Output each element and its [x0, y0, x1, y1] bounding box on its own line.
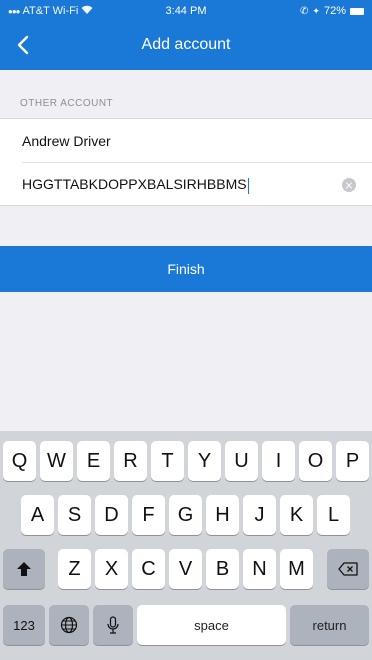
key-m[interactable]: M — [280, 549, 313, 589]
key-k[interactable]: K — [280, 495, 313, 535]
numbers-key[interactable]: 123 — [3, 605, 45, 645]
clear-text-button[interactable] — [342, 178, 356, 192]
key-o[interactable]: O — [299, 441, 332, 481]
chevron-left-icon — [17, 35, 29, 55]
battery-icon — [350, 7, 364, 15]
keyboard: Q W E R T Y U I O P A S D F G H J K L Z … — [0, 431, 372, 660]
phone-icon: ✆ — [300, 5, 309, 17]
key-z[interactable]: Z — [58, 549, 91, 589]
text-cursor — [247, 177, 250, 194]
globe-icon — [60, 616, 78, 634]
key-u[interactable]: U — [225, 441, 258, 481]
secret-key-text: HGGTTABKDOPPXBALSIRHBBMS — [22, 176, 342, 194]
location-icon: ✦ — [312, 5, 320, 16]
backspace-key[interactable] — [327, 549, 369, 589]
account-name-value: Andrew Driver — [22, 132, 111, 149]
secret-key-value: HGGTTABKDOPPXBALSIRHBBMS — [22, 176, 247, 193]
key-g[interactable]: G — [169, 495, 202, 535]
key-f[interactable]: F — [132, 495, 165, 535]
key-v[interactable]: V — [169, 549, 202, 589]
nav-bar: Add account — [0, 26, 372, 64]
key-w[interactable]: W — [40, 441, 73, 481]
key-q[interactable]: Q — [3, 441, 36, 481]
key-e[interactable]: E — [77, 441, 110, 481]
status-bar: ●●● AT&T Wi-Fi 3:44 PM ✆ ✦ 72% — [0, 0, 372, 22]
key-s[interactable]: S — [58, 495, 91, 535]
shift-key[interactable] — [3, 549, 45, 589]
page-title: Add account — [141, 36, 231, 53]
key-p[interactable]: P — [336, 441, 369, 481]
app-header: ●●● AT&T Wi-Fi 3:44 PM ✆ ✦ 72% Add accou… — [0, 0, 372, 70]
globe-key[interactable] — [49, 605, 89, 645]
account-name-field[interactable]: Andrew Driver — [22, 119, 372, 163]
key-x[interactable]: X — [95, 549, 128, 589]
key-l[interactable]: L — [317, 495, 350, 535]
key-y[interactable]: Y — [188, 441, 221, 481]
back-button[interactable] — [4, 26, 42, 64]
shift-icon — [17, 562, 31, 576]
key-d[interactable]: D — [95, 495, 128, 535]
space-key[interactable]: space — [137, 605, 286, 645]
battery-percent: 72% — [323, 5, 346, 17]
secret-key-field[interactable]: HGGTTABKDOPPXBALSIRHBBMS — [22, 163, 372, 207]
section-header-other-account: OTHER ACCOUNT — [20, 98, 114, 109]
status-right-group: ✆ ✦ 72% — [300, 5, 364, 17]
key-t[interactable]: T — [151, 441, 184, 481]
return-key[interactable]: return — [290, 605, 369, 645]
key-j[interactable]: J — [243, 495, 276, 535]
account-form: Andrew Driver HGGTTABKDOPPXBALSIRHBBMS — [0, 118, 372, 206]
key-n[interactable]: N — [243, 549, 276, 589]
key-h[interactable]: H — [206, 495, 239, 535]
key-c[interactable]: C — [132, 549, 165, 589]
backspace-icon — [338, 562, 358, 576]
microphone-key[interactable] — [93, 605, 133, 645]
key-r[interactable]: R — [114, 441, 147, 481]
key-i[interactable]: I — [262, 441, 295, 481]
microphone-icon — [107, 616, 119, 634]
key-b[interactable]: B — [206, 549, 239, 589]
key-a[interactable]: A — [21, 495, 54, 535]
finish-button[interactable]: Finish — [0, 246, 372, 292]
